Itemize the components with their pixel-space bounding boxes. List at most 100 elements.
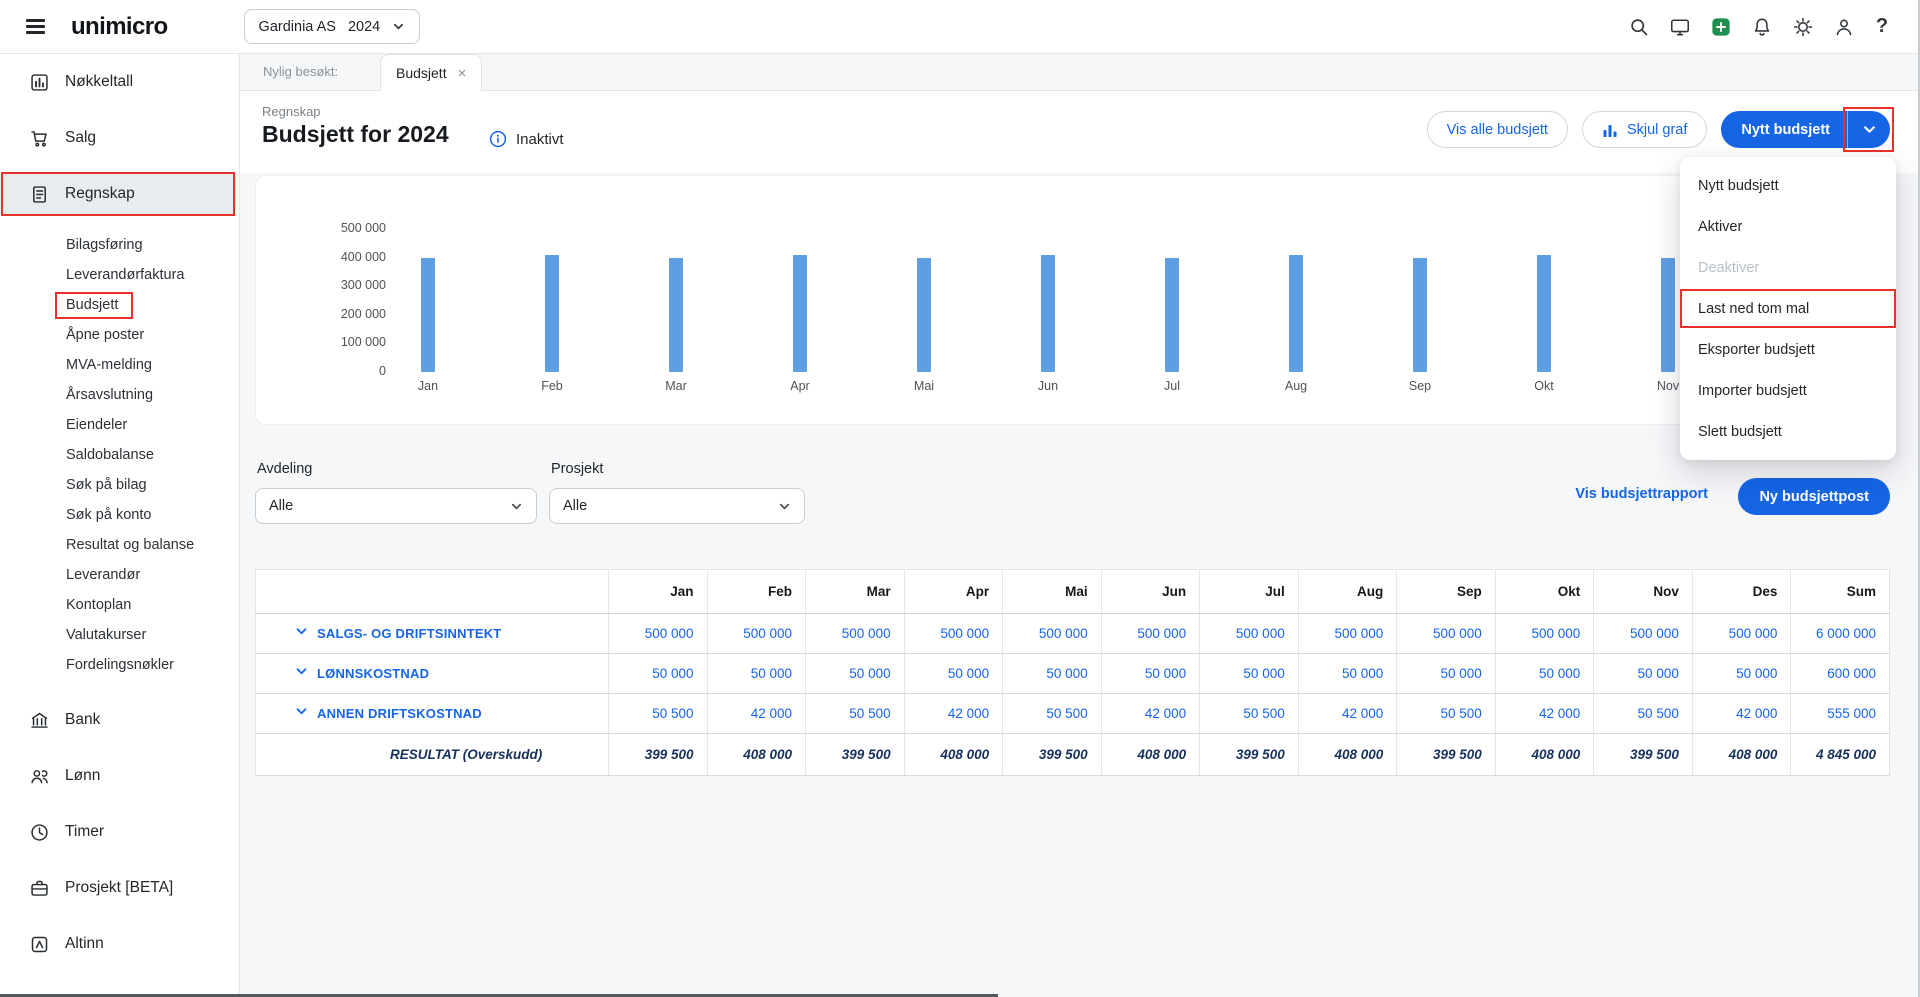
notifications-icon[interactable] xyxy=(1751,16,1773,38)
sidebar-item-saldobalanse[interactable]: Saldobalanse xyxy=(0,440,239,470)
sidebar-item-prosjekt-beta[interactable]: Prosjekt [BETA] xyxy=(0,860,239,916)
budget-cell[interactable]: 50 000 xyxy=(806,654,905,694)
budget-cell[interactable]: 50 000 xyxy=(609,654,708,694)
menu-item-nytt-budsjett[interactable]: Nytt budsjett xyxy=(1680,165,1896,206)
menu-item-slett-budsjett[interactable]: Slett budsjett xyxy=(1680,411,1896,452)
sidebar-item-timer[interactable]: Timer xyxy=(0,804,239,860)
budget-cell[interactable]: 600 000 xyxy=(1791,654,1890,694)
budget-cell[interactable]: 500 000 xyxy=(1594,614,1693,654)
new-budget-post-button[interactable]: Ny budsjettpost xyxy=(1738,478,1890,515)
sidebar-item-label: Kontoplan xyxy=(66,597,131,613)
menu-item-importer-budsjett[interactable]: Importer budsjett xyxy=(1680,370,1896,411)
chevron-down-icon[interactable] xyxy=(295,625,308,638)
budget-cell[interactable]: 50 000 xyxy=(707,654,806,694)
settings-icon[interactable] xyxy=(1792,16,1814,38)
budget-cell[interactable]: 50 500 xyxy=(1200,694,1299,734)
sidebar-item-sok-pa-konto[interactable]: Søk på konto xyxy=(0,500,239,530)
budget-cell[interactable]: 42 000 xyxy=(1101,694,1200,734)
budget-cell[interactable]: 500 000 xyxy=(1200,614,1299,654)
menu-item-last-ned-tom-mal[interactable]: Last ned tom mal xyxy=(1680,288,1896,329)
search-icon[interactable] xyxy=(1628,16,1650,38)
budget-cell[interactable]: 42 000 xyxy=(904,694,1003,734)
close-icon[interactable]: × xyxy=(458,66,467,81)
budget-cell[interactable]: 50 000 xyxy=(904,654,1003,694)
sidebar-item-sok-pa-bilag[interactable]: Søk på bilag xyxy=(0,470,239,500)
sidebar-item-regnskap[interactable]: Regnskap xyxy=(0,166,239,222)
row-label[interactable]: SALGS- OG DRIFTSINNTEKT xyxy=(317,626,501,641)
sidebar-item-leverandor[interactable]: Leverandør xyxy=(0,560,239,590)
tab-budsjett[interactable]: Budsjett × xyxy=(380,54,482,91)
sidebar-item-apne-poster[interactable]: Åpne poster xyxy=(0,320,239,350)
create-new-icon[interactable] xyxy=(1710,16,1732,38)
sidebar-item-nokkeltall[interactable]: Nøkkeltall xyxy=(0,54,239,110)
help-icon[interactable]: ? xyxy=(1874,15,1890,38)
budget-cell[interactable]: 500 000 xyxy=(904,614,1003,654)
project-select[interactable]: Alle xyxy=(549,488,805,524)
budget-cell[interactable]: 500 000 xyxy=(1397,614,1496,654)
budget-cell[interactable]: 50 000 xyxy=(1003,654,1102,694)
chart-plot: 0100 000200 000300 000400 000500 000JanF… xyxy=(256,176,1889,424)
budget-cell[interactable]: 50 000 xyxy=(1298,654,1397,694)
sidebar-item-budsjett[interactable]: Budsjett xyxy=(0,290,239,320)
new-budget-split-button: Nytt budsjett xyxy=(1721,111,1890,148)
budget-cell[interactable]: 50 500 xyxy=(1594,694,1693,734)
budget-cell[interactable]: 6 000 000 xyxy=(1791,614,1890,654)
sidebar-item-altinn[interactable]: Altinn xyxy=(0,916,239,972)
budget-cell[interactable]: 42 000 xyxy=(1692,694,1791,734)
topbar-actions: ? xyxy=(1628,15,1890,38)
table-header-mar: Mar xyxy=(806,570,905,614)
table-header-sep: Sep xyxy=(1397,570,1496,614)
sidebar-item-mva-melding[interactable]: MVA-melding xyxy=(0,350,239,380)
budget-cell[interactable]: 500 000 xyxy=(1495,614,1594,654)
budget-cell[interactable]: 50 000 xyxy=(1397,654,1496,694)
sidebar-item-resultat-og-balanse[interactable]: Resultat og balanse xyxy=(0,530,239,560)
sidebar-item-bilagsforing[interactable]: Bilagsføring xyxy=(0,230,239,260)
budget-cell[interactable]: 50 000 xyxy=(1495,654,1594,694)
table-header-okt: Okt xyxy=(1495,570,1594,614)
budget-cell[interactable]: 500 000 xyxy=(609,614,708,654)
budget-cell[interactable]: 50 000 xyxy=(1594,654,1693,694)
row-label[interactable]: ANNEN DRIFTSKOSTNAD xyxy=(317,706,482,721)
sidebar-item-arsavslutning[interactable]: Årsavslutning xyxy=(0,380,239,410)
sidebar-item-kontoplan[interactable]: Kontoplan xyxy=(0,590,239,620)
budget-cell[interactable]: 500 000 xyxy=(1692,614,1791,654)
menu-icon[interactable] xyxy=(26,16,45,38)
budget-cell[interactable]: 500 000 xyxy=(806,614,905,654)
budget-cell[interactable]: 500 000 xyxy=(1101,614,1200,654)
sidebar-item-salg[interactable]: Salg xyxy=(0,110,239,166)
budget-cell[interactable]: 50 000 xyxy=(1101,654,1200,694)
budget-cell[interactable]: 500 000 xyxy=(1003,614,1102,654)
new-budget-button[interactable]: Nytt budsjett xyxy=(1721,111,1847,148)
user-icon[interactable] xyxy=(1833,16,1855,38)
menu-item-eksporter-budsjett[interactable]: Eksporter budsjett xyxy=(1680,329,1896,370)
budget-cell[interactable]: 50 500 xyxy=(609,694,708,734)
sidebar-item-bank[interactable]: Bank xyxy=(0,692,239,748)
department-select[interactable]: Alle xyxy=(255,488,537,524)
budget-cell[interactable]: 42 000 xyxy=(1298,694,1397,734)
view-all-budgets-button[interactable]: Vis alle budsjett xyxy=(1427,111,1568,148)
hide-graph-button[interactable]: Skjul graf xyxy=(1582,111,1707,148)
budget-cell[interactable]: 50 500 xyxy=(806,694,905,734)
sidebar-item-valutakurser[interactable]: Valutakurser xyxy=(0,620,239,650)
sidebar-item-eiendeler[interactable]: Eiendeler xyxy=(0,410,239,440)
budget-cell[interactable]: 50 000 xyxy=(1200,654,1299,694)
sidebar-item-lonn[interactable]: Lønn xyxy=(0,748,239,804)
new-budget-dropdown-button[interactable] xyxy=(1847,111,1890,148)
company-selector[interactable]: Gardinia AS 2024 xyxy=(244,9,421,44)
budget-cell[interactable]: 50 000 xyxy=(1692,654,1791,694)
sidebar-item-leverandorfaktura[interactable]: Leverandørfaktura xyxy=(0,260,239,290)
chevron-down-icon[interactable] xyxy=(295,665,308,678)
budget-cell[interactable]: 50 500 xyxy=(1397,694,1496,734)
chevron-down-icon[interactable] xyxy=(295,705,308,718)
budget-cell[interactable]: 50 500 xyxy=(1003,694,1102,734)
budget-report-link[interactable]: Vis budsjettrapport xyxy=(1575,486,1708,502)
marketplace-icon[interactable] xyxy=(1669,16,1691,38)
budget-cell[interactable]: 555 000 xyxy=(1791,694,1890,734)
sidebar-item-fordelingsnokler[interactable]: Fordelingsnøkler xyxy=(0,650,239,680)
budget-cell[interactable]: 500 000 xyxy=(1298,614,1397,654)
budget-cell[interactable]: 42 000 xyxy=(1495,694,1594,734)
row-label[interactable]: LØNNSKOSTNAD xyxy=(317,666,429,681)
menu-item-aktiver[interactable]: Aktiver xyxy=(1680,206,1896,247)
budget-cell[interactable]: 500 000 xyxy=(707,614,806,654)
budget-cell[interactable]: 42 000 xyxy=(707,694,806,734)
